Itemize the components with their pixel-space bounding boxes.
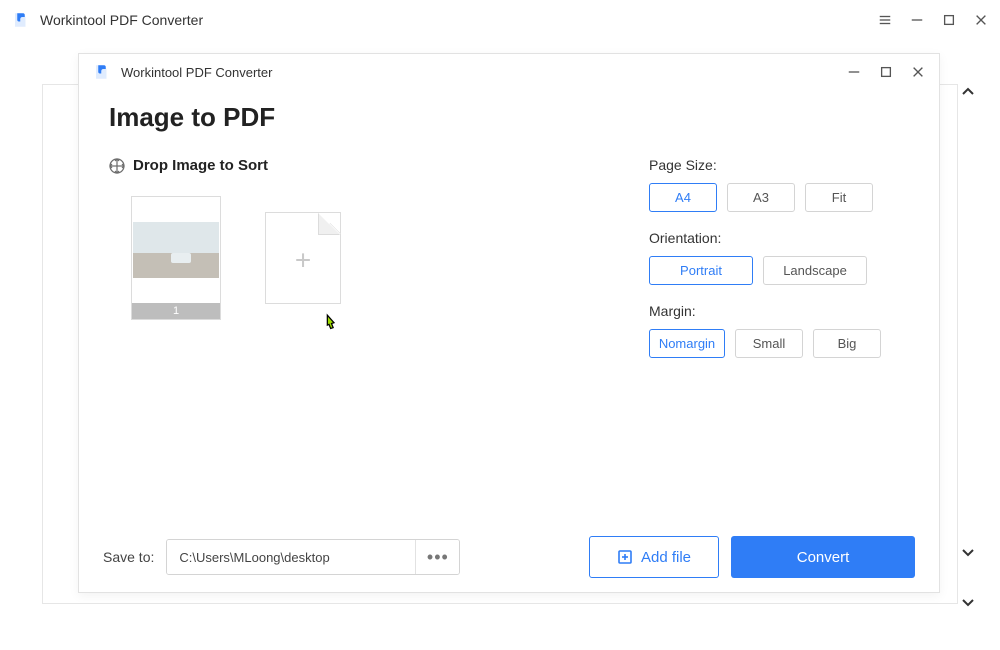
save-path-more-button[interactable]: ••• (415, 540, 459, 574)
background-collapse[interactable] (946, 70, 990, 114)
dialog-footer: Save to: ••• Add file Convert (103, 536, 915, 578)
margin-option-big[interactable]: Big (813, 329, 881, 358)
drop-label: Drop Image to Sort (109, 157, 649, 174)
cursor-icon (319, 310, 339, 332)
outer-titlebar: Workintool PDF Converter (0, 0, 1000, 40)
chevron-up-icon (960, 84, 976, 100)
save-to-label: Save to: (103, 549, 154, 565)
image-drop-area[interactable]: Drop Image to Sort 1 + (109, 157, 649, 376)
chevron-down-icon (960, 594, 976, 610)
background-expand-2[interactable] (946, 580, 990, 624)
convert-button[interactable]: Convert (731, 536, 915, 578)
outer-window-controls (878, 13, 988, 27)
dialog-window-controls (847, 65, 925, 79)
orientation-option-portrait[interactable]: Portrait (649, 256, 753, 285)
outer-menu-icon[interactable] (878, 13, 892, 27)
dialog-logo-icon (93, 63, 111, 81)
dialog-title: Workintool PDF Converter (121, 65, 272, 80)
margin-option-small[interactable]: Small (735, 329, 803, 358)
chevron-down-icon (960, 544, 976, 560)
dialog-close-icon[interactable] (911, 65, 925, 79)
app-logo-icon (12, 11, 30, 29)
page-size-option-a4[interactable]: A4 (649, 183, 717, 212)
orientation-label: Orientation: (649, 230, 909, 246)
convert-label: Convert (797, 549, 850, 566)
page-size-group: Page Size: A4 A3 Fit (649, 157, 909, 212)
page-size-option-a3[interactable]: A3 (727, 183, 795, 212)
thumbnail-preview (132, 197, 220, 303)
page-size-label: Page Size: (649, 157, 909, 173)
add-file-button[interactable]: Add file (589, 536, 719, 578)
margin-label: Margin: (649, 303, 909, 319)
dialog-maximize-icon[interactable] (879, 65, 893, 79)
margin-group: Margin: Nomargin Small Big (649, 303, 909, 358)
save-path-wrap: ••• (166, 539, 460, 575)
outer-maximize-icon[interactable] (942, 13, 956, 27)
move-icon (109, 158, 125, 174)
add-file-plus-icon (617, 549, 633, 565)
thumbnail-index: 1 (132, 303, 220, 319)
background-expand-1[interactable] (946, 530, 990, 574)
outer-close-icon[interactable] (974, 13, 988, 27)
dialog-minimize-icon[interactable] (847, 65, 861, 79)
drop-label-text: Drop Image to Sort (133, 157, 268, 174)
add-image-card[interactable]: + (265, 212, 341, 304)
plus-icon: + (295, 245, 311, 277)
orientation-option-landscape[interactable]: Landscape (763, 256, 867, 285)
save-path-input[interactable] (167, 540, 415, 574)
outer-window-title: Workintool PDF Converter (40, 12, 203, 28)
image-to-pdf-dialog: Workintool PDF Converter Image to PDF Dr… (78, 53, 940, 593)
margin-option-nomargin[interactable]: Nomargin (649, 329, 725, 358)
settings-panel: Page Size: A4 A3 Fit Orientation: Portra… (649, 157, 909, 376)
page-size-option-fit[interactable]: Fit (805, 183, 873, 212)
orientation-group: Orientation: Portrait Landscape (649, 230, 909, 285)
image-thumbnail[interactable]: 1 (131, 196, 221, 320)
page-title: Image to PDF (109, 102, 909, 133)
add-file-label: Add file (641, 549, 691, 566)
outer-minimize-icon[interactable] (910, 13, 924, 27)
dialog-titlebar: Workintool PDF Converter (79, 54, 939, 90)
